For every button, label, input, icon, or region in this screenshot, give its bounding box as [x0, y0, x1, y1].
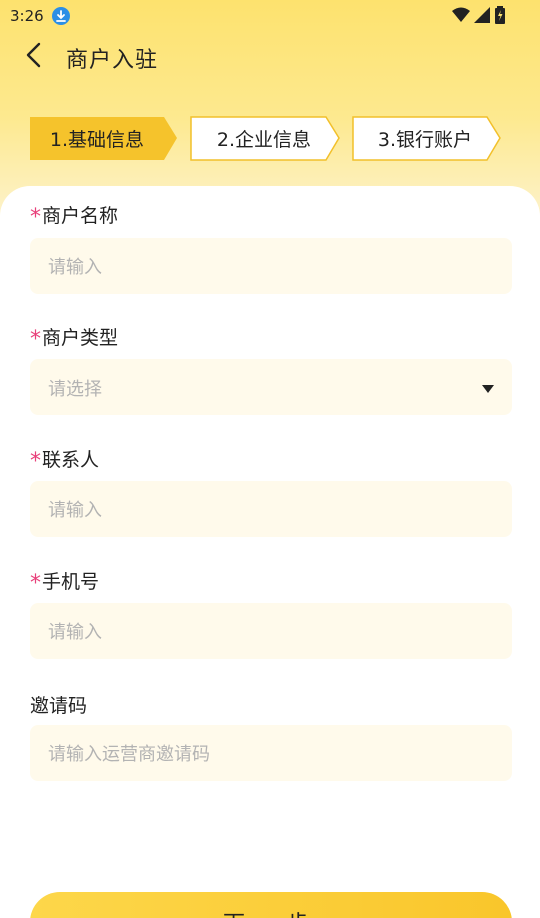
- phone-label: *手机号: [30, 571, 100, 596]
- required-mark: *: [30, 205, 41, 230]
- download-icon: [51, 7, 70, 25]
- signal-icon: [474, 7, 490, 27]
- placeholder: 请输入: [48, 257, 102, 278]
- contact-input[interactable]: 请输入: [30, 481, 512, 537]
- caret-down-icon: [482, 385, 494, 393]
- required-mark: *: [30, 571, 41, 596]
- step-label: 1.基础信息: [49, 128, 145, 151]
- step-enterprise-info[interactable]: 2.企业信息: [190, 116, 341, 162]
- step-label: 3.银行账户: [377, 128, 473, 151]
- step-bank-account[interactable]: 3.银行账户: [352, 116, 502, 162]
- contact-label: *联系人: [30, 449, 100, 474]
- wifi-icon: [452, 7, 470, 27]
- placeholder: 请输入: [48, 622, 102, 643]
- step-label: 2.企业信息: [216, 128, 312, 151]
- placeholder: 请输入: [48, 500, 102, 521]
- page-title: 商户入驻: [66, 48, 159, 73]
- phone-input[interactable]: 请输入: [30, 603, 512, 659]
- placeholder: 请选择: [48, 379, 102, 400]
- merchant-name-label: *商户名称: [30, 205, 119, 230]
- next-step-button[interactable]: 下一步: [30, 892, 512, 918]
- app-header: 商户入驻: [0, 32, 540, 84]
- back-button[interactable]: [20, 42, 46, 72]
- battery-icon: [494, 6, 506, 28]
- merchant-name-input[interactable]: 请输入: [30, 238, 512, 294]
- chevron-left-icon: [25, 42, 41, 72]
- status-time: 3:26: [10, 7, 44, 25]
- required-mark: *: [30, 449, 41, 474]
- merchant-type-label: *商户类型: [30, 327, 119, 352]
- placeholder: 请输入运营商邀请码: [48, 744, 210, 765]
- required-mark: *: [30, 327, 41, 352]
- step-indicator: 1.基础信息 2.企业信息 3.银行账户: [30, 116, 510, 162]
- status-bar: 3:26: [0, 0, 540, 32]
- invite-code-input[interactable]: 请输入运营商邀请码: [30, 725, 512, 781]
- form-card: [0, 186, 540, 918]
- invite-code-label: 邀请码: [30, 695, 88, 717]
- merchant-type-select[interactable]: 请选择: [30, 359, 512, 415]
- step-basic-info[interactable]: 1.基础信息: [30, 116, 178, 162]
